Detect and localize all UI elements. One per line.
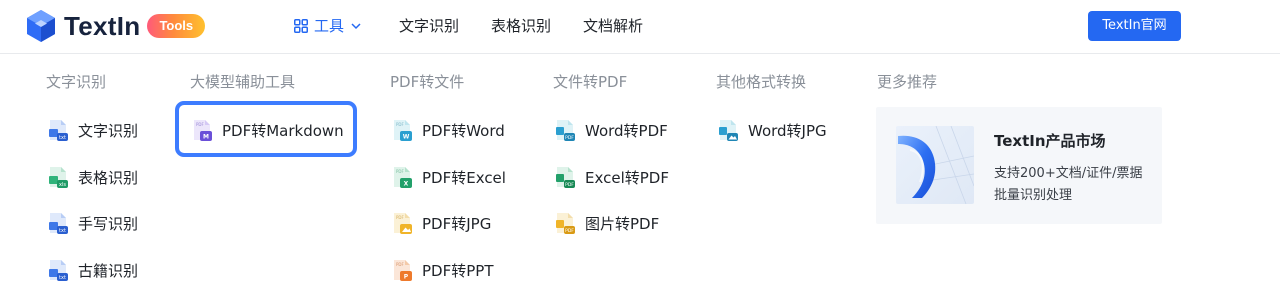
- svg-text:PDF: PDF: [565, 135, 574, 141]
- word-file-icon: PDF W: [394, 120, 412, 141]
- menu-column-llm-tools: 大模型辅助工具 PDF M PDF转Markdown: [190, 70, 344, 141]
- image-file-icon: PDF: [394, 213, 412, 234]
- svg-text:PDF: PDF: [565, 228, 574, 234]
- tools-badge: Tools: [147, 14, 206, 38]
- menu-item-word-to-pdf[interactable]: PDF Word转PDF: [553, 117, 668, 143]
- pdf-file-icon: PDF: [556, 167, 575, 188]
- column-title: PDF转文件: [390, 73, 465, 91]
- menu-item-pdf-to-jpg[interactable]: PDF PDF转JPG: [390, 210, 491, 236]
- column-title: 文件转PDF: [553, 73, 628, 91]
- pdf-file-icon: PDF: [556, 213, 575, 234]
- svg-text:PDF: PDF: [196, 122, 204, 127]
- menu-item-pdf-to-excel[interactable]: PDF X PDF转Excel: [390, 164, 506, 190]
- top-navbar: TextIn Tools 工具 文字识别 表格识别 文档解析 TextIn官网: [0, 0, 1280, 54]
- menu-item-handwriting-recognition[interactable]: txt 手写识别: [46, 210, 138, 236]
- column-title: 其他格式转换: [716, 73, 807, 91]
- svg-text:PDF: PDF: [396, 262, 404, 267]
- chevron-down-icon: [351, 23, 361, 30]
- textin-official-site-button[interactable]: TextIn官网: [1088, 11, 1181, 41]
- menu-item-table-recognition[interactable]: xls 表格识别: [46, 164, 138, 190]
- txt-file-icon: txt: [49, 120, 68, 141]
- svg-text:W: W: [403, 134, 410, 141]
- nav-tools-label: 工具: [314, 17, 345, 35]
- menu-item-pdf-to-word[interactable]: PDF W PDF转Word: [390, 117, 505, 143]
- ppt-file-icon: PDF P: [394, 260, 412, 281]
- textin-logo[interactable]: TextIn Tools: [26, 8, 206, 44]
- menu-item-excel-to-pdf[interactable]: PDF Excel转PDF: [553, 164, 669, 190]
- column-title: 大模型辅助工具: [190, 73, 296, 91]
- menu-column-more-recommendations: 更多推荐: [877, 70, 937, 94]
- menu-item-word-to-jpg[interactable]: Word转JPG: [716, 117, 827, 143]
- markdown-file-icon: PDF M: [194, 120, 212, 141]
- svg-text:PDF: PDF: [565, 182, 574, 188]
- svg-text:P: P: [404, 274, 409, 281]
- svg-text:X: X: [404, 181, 409, 188]
- svg-text:xls: xls: [59, 182, 66, 188]
- svg-text:M: M: [203, 134, 209, 141]
- column-title: 更多推荐: [877, 73, 938, 91]
- svg-text:PDF: PDF: [396, 169, 404, 174]
- svg-text:txt: txt: [59, 275, 66, 281]
- logo-text: TextIn: [64, 10, 141, 41]
- pdf-file-icon: PDF: [556, 120, 575, 141]
- promo-description: 支持200+文档/证件/票据批量识别处理: [994, 166, 1143, 203]
- column-title: 文字识别: [46, 73, 107, 91]
- cube-logo-icon: [27, 10, 55, 42]
- menu-column-file-to-pdf: 文件转PDF PDF Word转PDF PDF Excel转PDF PDF 图片…: [553, 70, 669, 234]
- xls-file-icon: xls: [49, 167, 68, 188]
- nav-document-parsing[interactable]: 文档解析: [583, 16, 643, 36]
- nav-ocr[interactable]: 文字识别: [399, 16, 459, 36]
- promo-title: TextIn产品市场: [994, 132, 1106, 150]
- svg-text:PDF: PDF: [396, 215, 404, 220]
- txt-file-icon: txt: [49, 213, 68, 234]
- nav-table-recognition[interactable]: 表格识别: [491, 16, 551, 36]
- image-file-icon: [719, 120, 738, 141]
- menu-item-image-to-pdf[interactable]: PDF 图片转PDF: [553, 210, 659, 236]
- menu-column-ocr: 文字识别 txt 文字识别 xls 表格识别 txt 手写识别 txt 古籍识别: [46, 70, 138, 281]
- excel-file-icon: PDF X: [394, 167, 412, 188]
- svg-text:PDF: PDF: [396, 122, 404, 127]
- txt-file-icon: txt: [49, 260, 68, 281]
- svg-text:txt: txt: [59, 228, 66, 234]
- svg-text:txt: txt: [59, 135, 66, 141]
- menu-item-text-recognition[interactable]: txt 文字识别: [46, 117, 138, 143]
- menu-item-ancient-text-recognition[interactable]: txt 古籍识别: [46, 257, 138, 283]
- grid-icon: [294, 19, 308, 33]
- menu-item-pdf-to-markdown[interactable]: PDF M PDF转Markdown: [190, 117, 344, 143]
- menu-column-other-conversions: 其他格式转换 Word转JPG: [716, 70, 827, 141]
- product-market-promo-card[interactable]: TextIn产品市场 支持200+文档/证件/票据批量识别处理: [876, 107, 1162, 224]
- product-market-illustration: [896, 126, 974, 204]
- menu-column-pdf-to-file: PDF转文件 PDF W PDF转Word PDF X PDF转Excel PDF …: [390, 70, 506, 281]
- menu-item-pdf-to-ppt[interactable]: PDF P PDF转PPT: [390, 257, 493, 283]
- nav-tools-dropdown[interactable]: 工具: [294, 16, 362, 36]
